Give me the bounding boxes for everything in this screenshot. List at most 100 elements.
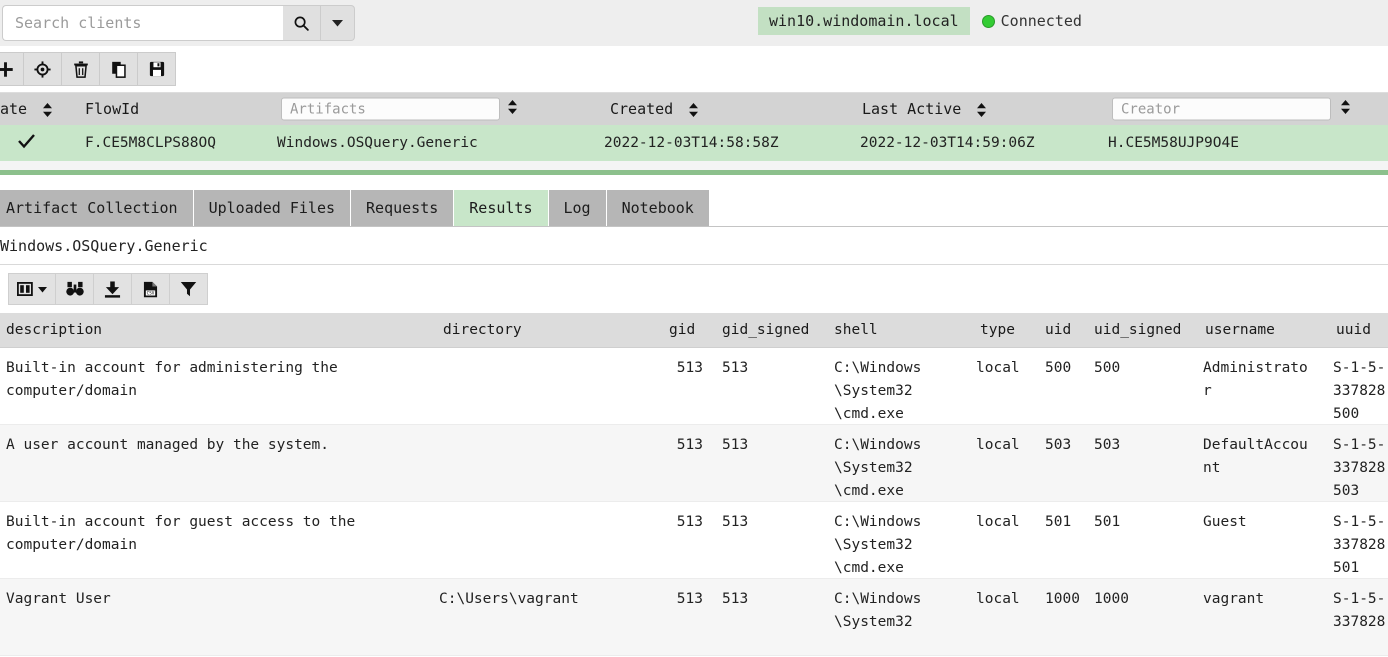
copy-button[interactable] [100, 52, 138, 86]
cell-uuid: S-1-5- 337828 503 [1333, 437, 1386, 499]
cell-gid-signed: 513 [722, 514, 749, 530]
cell-type: local [976, 591, 1020, 607]
table-row[interactable]: A user account managed by the system. 51… [0, 425, 1388, 502]
new-collection-button[interactable] [0, 52, 24, 86]
cell-type: local [976, 437, 1020, 453]
cell-gid-signed: 513 [722, 437, 749, 453]
results-column-gid[interactable]: gid [669, 322, 695, 338]
cell-username: Administrato r [1203, 360, 1308, 399]
flow-detail-tabs: Artifact Collection Uploaded Files Reque… [0, 187, 1388, 227]
table-row[interactable]: Built-in account for administering the c… [0, 348, 1388, 425]
tab-log[interactable]: Log [548, 190, 607, 226]
results-column-username[interactable]: username [1205, 322, 1275, 338]
tab-uploaded-files[interactable]: Uploaded Files [193, 190, 352, 226]
cell-uid: 503 [1045, 437, 1072, 453]
creator-sort-button[interactable] [1341, 100, 1350, 118]
results-column-uid[interactable]: uid [1045, 322, 1071, 338]
search-button[interactable] [283, 5, 321, 41]
cell-directory: C:\Users\vagrant [439, 591, 579, 607]
results-column-uuid[interactable]: uuid [1336, 322, 1371, 338]
flow-table-row[interactable]: F.CE5M8CLPS88OQ Windows.OSQuery.Generic … [0, 125, 1388, 161]
results-column-type[interactable]: type [980, 322, 1015, 338]
cell-uuid: S-1-5- 337828 501 [1333, 514, 1386, 576]
save-button[interactable] [138, 52, 176, 86]
cell-gid: 513 [676, 360, 703, 376]
artifacts-filter-input[interactable] [281, 97, 500, 121]
section-divider [0, 170, 1388, 175]
cell-username: DefaultAccou nt [1203, 437, 1308, 476]
cell-uuid: S-1-5- 337828 500 [1333, 360, 1386, 422]
columns-dropdown-icon [17, 282, 33, 296]
tab-artifact-collection[interactable]: Artifact Collection [0, 190, 194, 226]
tab-results[interactable]: Results [454, 190, 549, 226]
checkmark-icon [18, 134, 35, 149]
plus-icon [0, 61, 13, 77]
table-row[interactable]: Vagrant User C:\Users\vagrant 513 513 C:… [0, 579, 1388, 656]
column-header-last-active[interactable]: Last Active [862, 100, 987, 118]
svg-text:CSV: CSV [147, 290, 155, 296]
trash-icon [73, 60, 88, 78]
filter-button[interactable] [170, 273, 208, 305]
results-toolbar: CSV [0, 265, 1388, 313]
results-column-directory[interactable]: directory [443, 322, 522, 338]
results-column-description[interactable]: description [6, 322, 102, 338]
artifacts-sort-button[interactable] [508, 100, 517, 118]
client-search-group [2, 5, 355, 41]
creator-filter-input[interactable] [1112, 97, 1331, 121]
tab-notebook[interactable]: Notebook [606, 190, 710, 226]
sort-arrows-icon [689, 102, 699, 117]
cell-uid-signed: 501 [1094, 514, 1121, 530]
column-header-last-active-label: Last Active [862, 100, 962, 118]
column-header-created[interactable]: Created [610, 100, 699, 118]
flow-artifacts-value: Windows.OSQuery.Generic [277, 135, 478, 151]
crosshair-icon [34, 60, 51, 78]
cell-username: vagrant [1203, 591, 1265, 607]
results-column-shell[interactable]: shell [834, 322, 878, 338]
results-column-gid-signed[interactable]: gid_signed [722, 322, 809, 338]
download-button[interactable] [94, 273, 132, 305]
results-column-uid-signed[interactable]: uid_signed [1094, 322, 1181, 338]
artifact-name-label: Windows.OSQuery.Generic [0, 227, 1388, 265]
cell-description: Built-in account for guest access to the… [6, 514, 356, 553]
sort-arrows-icon [1341, 100, 1350, 114]
flow-created-value: 2022-12-03T14:58:58Z [604, 135, 779, 151]
column-chooser-button[interactable] [8, 273, 56, 305]
csv-file-icon: CSV [143, 281, 158, 297]
cell-gid: 513 [676, 437, 703, 453]
column-header-state-label: ate [0, 100, 28, 118]
search-input[interactable] [2, 5, 283, 41]
cell-description: A user account managed by the system. [6, 437, 330, 453]
cell-uid-signed: 1000 [1094, 591, 1129, 607]
sort-arrows-icon [43, 102, 53, 117]
export-csv-button[interactable]: CSV [132, 273, 170, 305]
cell-shell: C:\Windows \System32 \cmd.exe [834, 437, 922, 499]
binoculars-icon [65, 281, 84, 296]
cell-shell: C:\Windows \System32 [834, 591, 922, 630]
cell-uid-signed: 503 [1094, 437, 1121, 453]
status-indicator-icon [981, 14, 995, 28]
tab-requests[interactable]: Requests [351, 190, 455, 226]
status-label: Connected [1000, 12, 1082, 30]
sort-arrows-icon [977, 102, 987, 117]
cell-uid: 501 [1045, 514, 1072, 530]
tab-label: Log [563, 199, 591, 217]
tab-label: Requests [366, 199, 439, 217]
cell-shell: C:\Windows \System32 \cmd.exe [834, 514, 922, 576]
tab-label: Artifact Collection [6, 199, 178, 217]
flow-creator-value: H.CE5M58UJP9O4E [1108, 135, 1239, 151]
column-header-flowid[interactable]: FlowId [85, 100, 139, 118]
cell-gid: 513 [676, 514, 703, 530]
caret-down-icon [332, 20, 343, 27]
download-icon [104, 280, 121, 298]
search-rows-button[interactable] [56, 273, 94, 305]
search-options-dropdown[interactable] [321, 5, 355, 41]
host-name-chip[interactable]: win10.windomain.local [758, 7, 970, 35]
results-table-body: Built-in account for administering the c… [0, 348, 1388, 656]
delete-button[interactable] [62, 52, 100, 86]
copy-icon [111, 61, 126, 78]
column-header-state[interactable]: ate [0, 100, 53, 118]
sort-arrows-icon [508, 100, 517, 114]
top-search-bar: win10.windomain.local Connected [0, 0, 1388, 46]
locate-button[interactable] [24, 52, 62, 86]
table-row[interactable]: Built-in account for guest access to the… [0, 502, 1388, 579]
